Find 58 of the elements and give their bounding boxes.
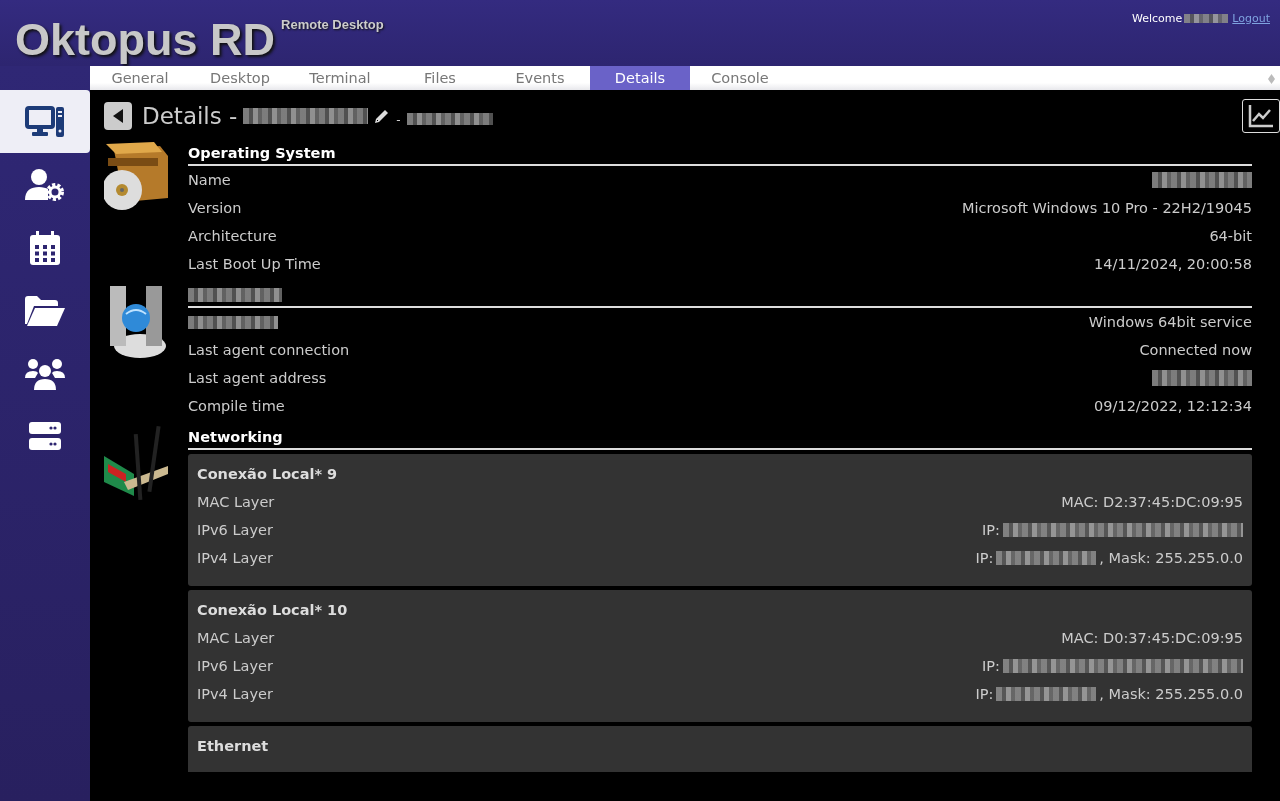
welcome-text: Welcome — [1132, 11, 1183, 25]
row-label: Last Boot Up Time — [188, 256, 321, 272]
row-value: MAC: D2:37:45:DC:09:95 — [1061, 494, 1243, 510]
back-button[interactable] — [104, 102, 132, 130]
sidebar-item[interactable] — [0, 90, 90, 153]
row-label: Name — [188, 172, 231, 188]
app-title: Oktopus RD — [15, 14, 275, 66]
server-icon — [29, 421, 61, 452]
row-label: Last agent address — [188, 370, 327, 386]
row-value: IP: — [982, 658, 1000, 674]
tab[interactable]: Files — [390, 66, 490, 90]
interface-name: Conexão Local* 9 — [197, 466, 338, 482]
row-label: MAC Layer — [197, 630, 275, 646]
tab[interactable]: General — [90, 66, 190, 90]
row-label: IPv4 Layer — [197, 686, 273, 702]
computer-icon — [25, 105, 65, 138]
section-title: Networking — [188, 429, 283, 445]
row-label: IPv6 Layer — [197, 522, 273, 538]
row-value: Microsoft Windows 10 Pro - 22H2/19045 — [961, 200, 1252, 216]
tab[interactable]: Events — [490, 66, 590, 90]
tab[interactable]: Terminal — [290, 66, 390, 90]
interface-name: Ethernet — [197, 738, 269, 754]
page-title-suffix: - — [396, 113, 401, 127]
row-value: Connected now — [1139, 342, 1252, 358]
calendar-icon — [30, 230, 60, 265]
resize-handle-icon[interactable] — [1268, 74, 1275, 84]
row-value: , Mask: 255.255.0.0 — [1099, 686, 1243, 702]
back-icon — [112, 109, 124, 123]
tab[interactable]: Console — [690, 66, 790, 90]
row-value: 09/12/2022, 12:12:34 — [1094, 398, 1252, 414]
chart-button[interactable] — [1242, 99, 1280, 133]
row-label: IPv6 Layer — [197, 658, 273, 674]
tab[interactable]: Details — [590, 66, 690, 90]
row-value: IP: — [975, 686, 994, 702]
row-label: Version — [188, 200, 242, 216]
interface-name: Conexão Local* 10 — [197, 602, 348, 618]
box-disc-icon — [104, 142, 170, 212]
users-icon — [25, 357, 65, 390]
user-settings-icon — [25, 167, 65, 202]
row-value: MAC: D0:37:45:DC:09:95 — [1061, 630, 1243, 646]
row-value: Windows 64bit service — [1088, 314, 1252, 330]
logout-link[interactable]: Logout — [1232, 11, 1270, 25]
row-label: Last agent connection — [188, 342, 350, 358]
page-title: Details - — [142, 103, 238, 129]
row-value: IP: — [975, 550, 994, 566]
folder-icon — [25, 295, 65, 326]
row-label: IPv4 Layer — [197, 550, 273, 566]
row-label: MAC Layer — [197, 494, 275, 510]
row-label: Compile time — [188, 398, 285, 414]
row-value: 14/11/2024, 20:00:58 — [1094, 256, 1252, 272]
pencil-icon[interactable] — [374, 108, 391, 124]
row-value: , Mask: 255.255.0.0 — [1099, 550, 1243, 566]
app-subtitle: Remote Desktop — [281, 17, 384, 32]
row-value: 64-bit — [1209, 228, 1252, 244]
section-title: Operating System — [188, 145, 336, 161]
tab[interactable]: Desktop — [190, 66, 290, 90]
row-value: IP: — [982, 522, 1000, 538]
row-label: Architecture — [188, 228, 277, 244]
